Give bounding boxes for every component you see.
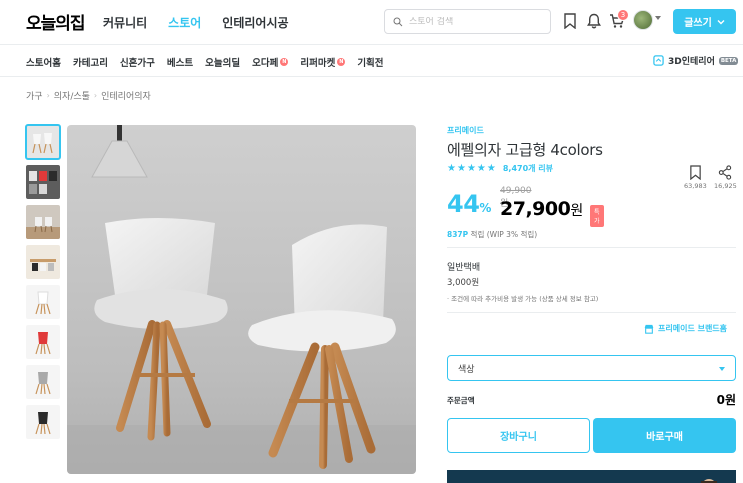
thumbnail-room-scene[interactable] bbox=[26, 205, 60, 239]
subnav-item-category[interactable]: 카테고리 bbox=[73, 55, 108, 69]
breadcrumb-item[interactable]: 의자/스툴 bbox=[54, 89, 90, 102]
thumbnail-black-chair[interactable] bbox=[26, 405, 60, 439]
shipping-title: 일반택배 bbox=[447, 263, 481, 273]
store-icon bbox=[644, 324, 654, 334]
search-input[interactable] bbox=[409, 16, 539, 27]
discount-value: 44 bbox=[447, 190, 480, 218]
divider bbox=[447, 247, 736, 248]
chevron-right-icon: › bbox=[46, 91, 50, 100]
sale-price-value: 27,900 bbox=[500, 198, 571, 220]
points-info: 837P 적립 (WIP 3% 적립) bbox=[447, 229, 537, 240]
points-value: 837P bbox=[447, 230, 469, 239]
buy-now-button[interactable]: 바로구매 bbox=[593, 418, 736, 453]
cart-count-badge: 3 bbox=[617, 9, 629, 21]
special-badge: 특가 bbox=[590, 205, 604, 227]
rating-summary[interactable]: ★ ★ ★ ★ ★ 8,470개 리뷰 bbox=[447, 163, 553, 174]
thumbnail-color-variants[interactable] bbox=[26, 165, 60, 199]
breadcrumb-item[interactable]: 가구 bbox=[26, 89, 43, 102]
3d-interior-label: 3D인테리어 bbox=[668, 57, 715, 67]
divider bbox=[447, 312, 736, 313]
share-icon bbox=[719, 165, 732, 180]
discount-unit: % bbox=[479, 201, 491, 215]
chevron-down-icon bbox=[717, 19, 725, 24]
bookmark-icon[interactable] bbox=[561, 12, 579, 30]
main-nav: 커뮤니티 스토어 인테리어시공 bbox=[103, 14, 289, 31]
subnav-item-wedding[interactable]: 신혼가구 bbox=[120, 55, 155, 69]
thumbnail-white-chair[interactable] bbox=[26, 285, 60, 319]
subnav-item-best[interactable]: 베스트 bbox=[167, 55, 193, 69]
color-select[interactable]: 색상 bbox=[447, 355, 736, 381]
write-button-label: 글쓰기 bbox=[684, 18, 712, 29]
subnav-item-label: 리퍼마켓 bbox=[300, 58, 336, 69]
chevron-right-icon: › bbox=[93, 91, 98, 100]
thumbnail-white-pair[interactable] bbox=[25, 124, 61, 160]
sale-price: 27,900원 bbox=[500, 198, 583, 220]
beta-badge: BETA bbox=[718, 56, 739, 65]
add-to-cart-button[interactable]: 장바구니 bbox=[447, 418, 590, 453]
site-logo[interactable]: 오늘의집 bbox=[26, 9, 86, 34]
nav-store[interactable]: 스토어 bbox=[168, 14, 201, 31]
chevron-down-icon bbox=[719, 367, 725, 371]
thumbnail-list bbox=[25, 124, 61, 445]
shipping-price: 3,000원 bbox=[447, 278, 480, 288]
subnav-item-today-deal[interactable]: 오늘의딜 bbox=[205, 55, 240, 69]
top-header: 오늘의집 커뮤니티 스토어 인테리어시공 3 글쓰기 bbox=[0, 0, 743, 45]
write-button[interactable]: 글쓰기 bbox=[673, 9, 736, 34]
3d-home-icon bbox=[653, 55, 664, 66]
new-badge: N bbox=[337, 58, 346, 66]
chevron-down-icon[interactable] bbox=[655, 16, 661, 20]
breadcrumb: 가구 › 의자/스툴 › 인테리어의자 bbox=[26, 89, 151, 102]
subnav-item-exhibition[interactable]: 기획전 bbox=[357, 55, 383, 69]
brand-home-link[interactable]: 프리메이드 브랜드홈 bbox=[644, 323, 727, 334]
star-icon: ★ bbox=[466, 162, 476, 174]
order-total-value: 0원 bbox=[716, 393, 736, 407]
points-text: 적립 (WIP 3% 적립) bbox=[468, 230, 538, 239]
scrap-button[interactable]: 63,983 bbox=[684, 165, 707, 190]
subnav-item-odape[interactable]: 오다페 N bbox=[252, 55, 289, 69]
share-count: 16,925 bbox=[714, 182, 737, 190]
search-box[interactable] bbox=[384, 9, 551, 34]
promo-banner[interactable] bbox=[447, 470, 736, 483]
breadcrumb-item[interactable]: 인테리어의자 bbox=[101, 89, 151, 102]
color-select-label: 색상 bbox=[458, 364, 475, 375]
review-count[interactable]: 8,470개 리뷰 bbox=[503, 163, 553, 174]
discount-rate: 44% bbox=[447, 190, 491, 218]
star-icon: ★ bbox=[447, 162, 456, 174]
shipping-note: · 조건에 따라 추가비용 발생 가능 (상품 상세 정보 참고) bbox=[447, 295, 599, 303]
nav-interior[interactable]: 인테리어시공 bbox=[222, 14, 288, 31]
star-icon: ★ bbox=[476, 162, 486, 174]
store-subnav: 스토어홈 카테고리 신혼가구 베스트 오늘의딜 오다페 N 리퍼마켓 N 기획전… bbox=[0, 45, 743, 77]
scrap-count: 63,983 bbox=[684, 182, 707, 190]
thumbnail-dining-scene[interactable] bbox=[26, 245, 60, 279]
sale-price-unit: 원 bbox=[570, 203, 583, 219]
half-star-icon: ★ bbox=[486, 162, 496, 174]
bookmark-icon bbox=[690, 165, 701, 180]
product-title: 에펠의자 고급형 4colors bbox=[447, 141, 603, 159]
brand-home-label: 프리메이드 브랜드홈 bbox=[658, 324, 728, 333]
subnav-item-store-home[interactable]: 스토어홈 bbox=[26, 55, 61, 69]
order-total-label: 주문금액 bbox=[447, 396, 475, 405]
brand-name[interactable]: 프리메이드 bbox=[447, 125, 484, 136]
product-main-image bbox=[67, 125, 416, 474]
share-button[interactable]: 16,925 bbox=[714, 165, 737, 190]
search-icon bbox=[393, 17, 403, 26]
thumbnail-grey-chair[interactable] bbox=[26, 365, 60, 399]
nav-community[interactable]: 커뮤니티 bbox=[103, 14, 147, 31]
avatar[interactable] bbox=[633, 10, 653, 30]
subnav-item-refurb[interactable]: 리퍼마켓 N bbox=[300, 55, 346, 69]
star-icon: ★ bbox=[456, 162, 466, 174]
3d-interior-link[interactable]: 3D인테리어 BETA bbox=[653, 54, 739, 67]
thumbnail-red-chair[interactable] bbox=[26, 325, 60, 359]
new-badge: N bbox=[280, 58, 289, 66]
subnav-item-label: 오다페 bbox=[252, 58, 279, 69]
bell-icon[interactable] bbox=[585, 12, 603, 30]
